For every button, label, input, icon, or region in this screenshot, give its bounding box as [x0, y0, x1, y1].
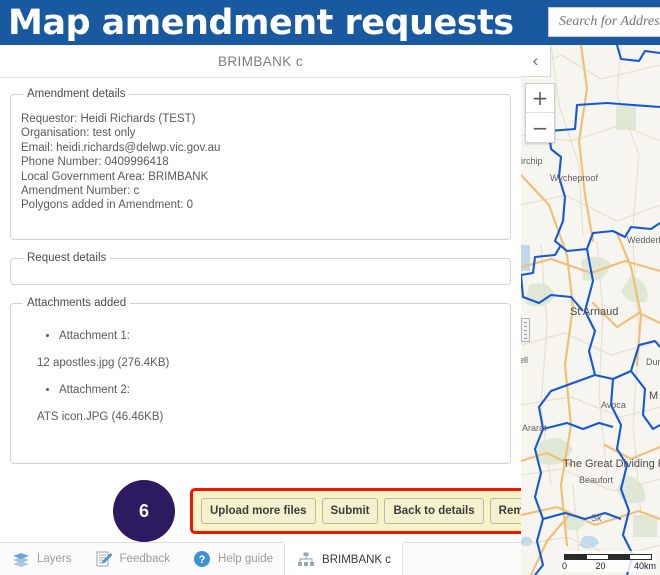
scale-labels: 0 20 40km — [562, 561, 656, 571]
scale-start: 0 — [562, 561, 568, 571]
taskbar-label: BRIMBANK c — [322, 553, 392, 566]
step-badge: 6 — [113, 480, 175, 542]
submit-button[interactable]: Submit — [321, 498, 379, 524]
layers-icon — [11, 549, 31, 569]
map-place-label: Wycheproof — [550, 173, 598, 183]
taskbar-item-help-guide[interactable]: ? Help guide — [181, 543, 285, 575]
detail-organisation: Organisation: test only — [21, 127, 136, 140]
details-panel: BRIMBANK c Amendment details Requestor: … — [0, 45, 521, 542]
map-place-label: Beaufort — [579, 475, 614, 485]
page-title: Map amendment requests — [8, 2, 514, 43]
help-icon: ? — [192, 549, 212, 569]
detail-polygons: Polygons added in Amendment: 0 — [21, 199, 193, 212]
zoom-in-button[interactable]: + — [526, 84, 554, 113]
map-place-label: ell — [521, 355, 529, 365]
amendment-details-list: Requestor: Heidi Richards (TEST) Organis… — [21, 100, 500, 213]
detail-requestor: Requestor: Heidi Richards (TEST) — [21, 113, 196, 125]
map-place-label: Dun — [646, 357, 660, 367]
taskbar-label: Layers — [37, 553, 72, 565]
taskbar-label: Feedback — [119, 553, 171, 565]
map-place-label: Ararat — [522, 423, 547, 433]
map-place-label: Sk — [591, 513, 602, 523]
map-place-label: The Great Dividing R — [563, 458, 660, 470]
attachments-list: Attachment 1: 12 apostles.jpg (276.4KB) … — [37, 327, 500, 432]
taskbar-item-layers[interactable]: Layers — [0, 543, 83, 575]
app-header: Map amendment requests — [0, 0, 660, 45]
map-panel[interactable]: Birchip Wycheproof Wedderb St Arnaud ell… — [521, 45, 660, 575]
map-place-label: M — [649, 390, 659, 402]
scale-middle: 20 — [595, 561, 606, 571]
panel-subheader: BRIMBANK c — [0, 45, 521, 78]
attachment-filename: ATS icon.JPG (46.46KB) — [37, 411, 164, 423]
action-buttons-highlight: Upload more files Submit Back to details… — [190, 488, 521, 534]
detail-lga: Local Government Area: BRIMBANK — [21, 170, 209, 183]
scale-end: 40km — [633, 561, 656, 571]
panel-body: Amendment details Requestor: Heidi Richa… — [0, 78, 521, 542]
zoom-out-button[interactable]: − — [526, 113, 554, 142]
map-slider-handle[interactable] — [521, 318, 530, 342]
amendment-details-section: Amendment details Requestor: Heidi Richa… — [10, 88, 511, 240]
request-details-section: Request details — [10, 252, 511, 285]
map-scale-bar: 0 20 40km — [560, 551, 656, 572]
svg-text:?: ? — [199, 554, 206, 566]
remove-files-button[interactable]: Remove files — [489, 498, 521, 524]
request-details-legend: Request details — [27, 252, 107, 264]
taskbar-item-brimbank-c[interactable]: BRIMBANK c — [284, 542, 404, 575]
chevron-left-icon[interactable]: ‹ — [521, 45, 551, 77]
list-item: Attachment 2: — [59, 381, 500, 399]
sitemap-icon — [296, 550, 316, 570]
attachments-section: Attachments added Attachment 1: 12 apost… — [10, 297, 511, 464]
detail-amendment-number: Amendment Number: c — [21, 185, 140, 198]
map-place-label: Birchip — [521, 156, 543, 166]
list-item: Attachment 1: — [59, 327, 500, 345]
map-place-label: Wedderb — [627, 235, 660, 245]
feedback-icon — [94, 549, 114, 569]
map-zoom-controls: + − — [525, 83, 555, 143]
action-row: 6 Upload more files Submit Back to detai… — [10, 476, 521, 542]
amendment-details-legend: Amendment details — [27, 88, 126, 100]
bottom-taskbar: Layers Feedback ? Help guide BRIMBANK c — [0, 542, 521, 575]
map-place-label: St Arnaud — [570, 306, 619, 318]
attachment-filename: 12 apostles.jpg (276.4KB) — [37, 357, 170, 369]
search-input[interactable] — [549, 8, 660, 36]
detail-phone: Phone Number: 0409996418 — [21, 156, 169, 169]
scale-track — [564, 554, 652, 560]
map-place-label: Avoca — [601, 400, 626, 410]
address-search-box[interactable] — [548, 7, 660, 37]
amendment-title: BRIMBANK c — [217, 53, 303, 69]
taskbar-item-feedback[interactable]: Feedback — [82, 543, 182, 575]
upload-more-files-button[interactable]: Upload more files — [201, 498, 316, 524]
back-to-details-button[interactable]: Back to details — [384, 498, 484, 524]
attachments-legend: Attachments added — [27, 297, 127, 309]
detail-email: Email: heidi.richards@delwp.vic.gov.au — [21, 141, 221, 154]
app-root: Map amendment requests BRIMBANK c Amendm… — [0, 0, 660, 575]
taskbar-label: Help guide — [218, 553, 274, 565]
